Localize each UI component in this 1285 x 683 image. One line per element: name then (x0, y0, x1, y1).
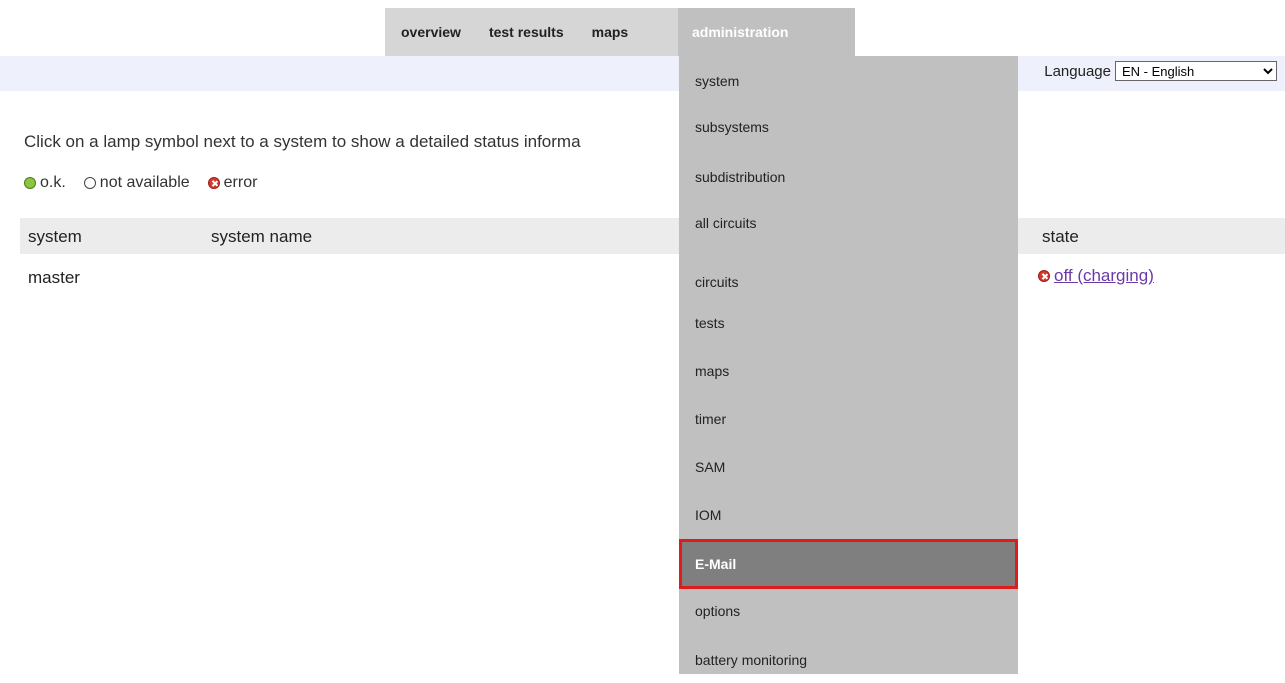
menu-item-battery-monitoring[interactable]: battery monitoring (679, 636, 1018, 683)
administration-dropdown: system subsystems subdistribution all ci… (679, 56, 1018, 674)
menu-item-subdistribution[interactable]: subdistribution (679, 153, 1018, 200)
menu-item-maps[interactable]: maps (679, 347, 1018, 394)
error-lamp-icon (207, 177, 220, 189)
cell-system: master (28, 268, 80, 287)
header-system: system (28, 227, 82, 246)
language-select[interactable]: EN - English (1115, 61, 1277, 81)
menu-item-tests[interactable]: tests (679, 299, 1018, 346)
menu-item-subsystems[interactable]: subsystems (679, 105, 1018, 152)
menu-item-email[interactable]: E-Mail (679, 539, 1018, 589)
menu-item-sam[interactable]: SAM (679, 443, 1018, 490)
state-link[interactable]: off (charging) (1038, 266, 1154, 286)
menu-item-circuits[interactable]: circuits (679, 258, 1018, 305)
tab-test-results[interactable]: test results (475, 8, 578, 56)
table-row: master off (charging) (20, 254, 1285, 294)
menu-item-system[interactable]: system (679, 57, 1018, 104)
menu-item-iom[interactable]: IOM (679, 491, 1018, 538)
tab-maps[interactable]: maps (578, 8, 643, 56)
language-selector: Language EN - English (1044, 61, 1277, 81)
table-header: system system name state (20, 218, 1285, 254)
state-link-label[interactable]: off (charging) (1054, 266, 1154, 286)
legend-error-label: error (223, 174, 258, 191)
error-lamp-icon[interactable] (1038, 270, 1050, 282)
top-nav: overview test results maps administratio… (385, 8, 855, 56)
menu-item-options[interactable]: options (679, 587, 1018, 634)
language-label: Language (1044, 62, 1111, 80)
tab-overview[interactable]: overview (385, 8, 475, 56)
legend-ok-label: o.k. (40, 174, 66, 191)
menu-item-all-circuits[interactable]: all circuits (679, 201, 1018, 248)
status-legend: o.k. not available error (24, 174, 257, 192)
ok-lamp-icon (24, 177, 36, 189)
tab-administration[interactable]: administration (678, 8, 855, 56)
header-system-name: system name (211, 227, 313, 246)
header-state: state (1042, 227, 1079, 246)
menu-item-timer[interactable]: timer (679, 395, 1018, 442)
legend-na-label: not available (99, 174, 190, 191)
intro-text: Click on a lamp symbol next to a system … (24, 132, 581, 151)
not-available-lamp-icon (83, 177, 96, 189)
